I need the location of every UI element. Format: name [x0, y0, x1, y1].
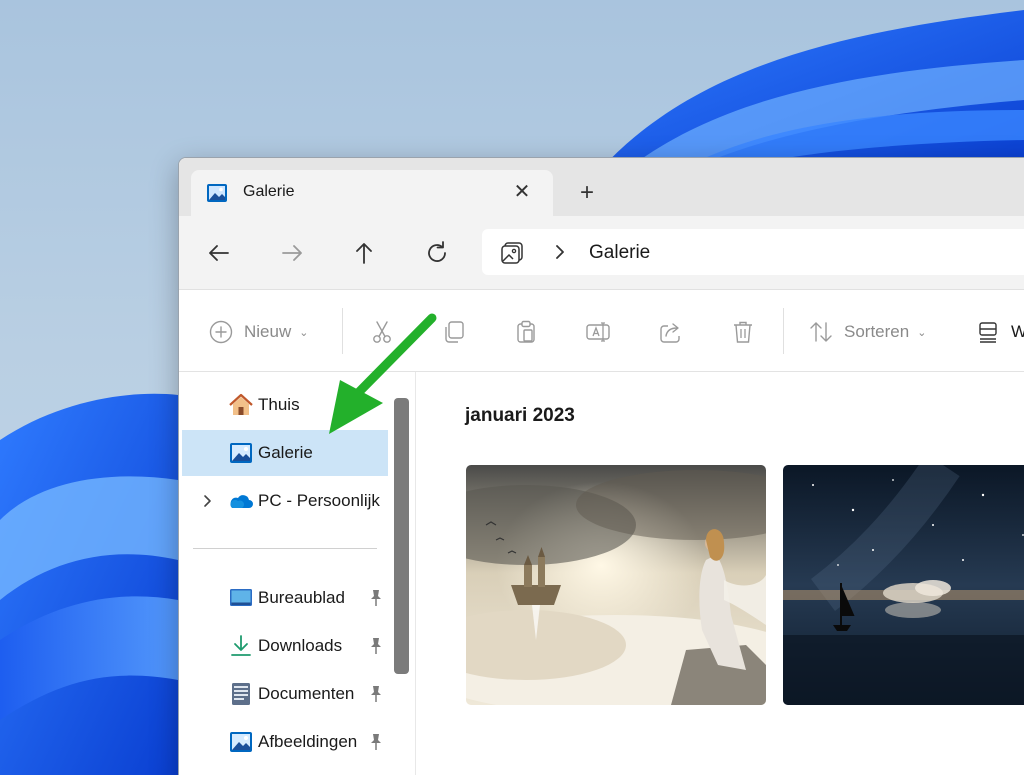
navigation-pane: Thuis Galerie PC - Persoonlijk Bureaubla…: [179, 372, 415, 775]
chevron-down-icon: ⌄: [917, 326, 927, 339]
paste-button[interactable]: [513, 318, 539, 346]
pin-icon[interactable]: [367, 732, 385, 752]
trash-icon: [734, 321, 752, 343]
home-icon: [229, 393, 253, 415]
chevron-right-icon[interactable]: [202, 493, 214, 509]
sort-label: Sorteren: [844, 322, 910, 341]
back-arrow-icon[interactable]: [204, 238, 234, 268]
copy-button[interactable]: [441, 318, 467, 346]
toolbar-divider: [342, 308, 343, 354]
command-bar: Nieuw ⌄ Sorteren ⌄: [179, 290, 1024, 372]
sidebar-item-thuis[interactable]: Thuis: [182, 382, 388, 428]
tab-title: Galerie: [243, 183, 295, 200]
delete-button[interactable]: [730, 318, 756, 346]
plus-circle-icon: [209, 320, 233, 344]
sidebar-scrollbar[interactable]: [394, 398, 409, 674]
new-button[interactable]: Nieuw ⌄: [208, 318, 308, 346]
view-button[interactable]: W: [975, 318, 1024, 346]
desktop-icon: [230, 589, 252, 606]
sidebar-divider: [193, 548, 377, 549]
sidebar-item-label: Documenten: [258, 684, 355, 703]
tab-galerie[interactable]: Galerie ✕: [191, 170, 553, 216]
sidebar-item-label: Galerie: [258, 443, 313, 462]
rename-icon: [586, 322, 610, 342]
navigation-bar: Galerie: [179, 216, 1024, 290]
gallery-icon: [230, 443, 252, 463]
sidebar-item-label: PC - Persoonlijk: [258, 491, 380, 510]
new-label: Nieuw: [244, 322, 292, 341]
pictures-icon: [230, 732, 252, 752]
breadcrumb-chevron-icon[interactable]: [552, 242, 568, 262]
share-button[interactable]: [658, 318, 684, 346]
close-icon[interactable]: ✕: [509, 179, 535, 205]
refresh-icon[interactable]: [422, 238, 452, 268]
sidebar-item-label: Bureaublad: [258, 588, 345, 607]
documents-icon: [232, 683, 250, 705]
scissors-icon: [373, 321, 391, 343]
sort-button[interactable]: Sorteren ⌄: [808, 318, 926, 346]
new-tab-button[interactable]: +: [574, 180, 600, 206]
tab-bar: Galerie ✕ +: [179, 158, 1024, 216]
photo-thumbnail[interactable]: [783, 465, 1024, 705]
rename-button[interactable]: [585, 318, 611, 346]
breadcrumb-galerie[interactable]: Galerie: [589, 242, 650, 264]
gallery-content: januari 2023: [415, 372, 1024, 775]
cut-button[interactable]: [369, 318, 395, 346]
view-label: W: [1011, 322, 1024, 342]
photo-thumbnail[interactable]: [466, 465, 766, 705]
sidebar-item-afbeeldingen[interactable]: Afbeeldingen: [182, 719, 388, 765]
copy-icon: [445, 321, 464, 343]
sidebar-item-label: Thuis: [258, 395, 300, 414]
file-explorer-window: Galerie ✕ + Galerie Nieuw ⌄ Sorteren ⌄ T…: [178, 157, 1024, 775]
download-icon: [231, 635, 251, 656]
onedrive-cloud-icon: [230, 495, 253, 508]
gallery-icon: [207, 184, 227, 202]
pin-icon[interactable]: [367, 684, 385, 704]
sidebar-item-onedrive[interactable]: PC - Persoonlijk: [182, 478, 388, 524]
pin-icon[interactable]: [367, 588, 385, 608]
pin-icon[interactable]: [367, 636, 385, 656]
sort-arrows-icon: [810, 322, 832, 342]
sidebar-item-downloads[interactable]: Downloads: [182, 623, 388, 669]
toolbar-divider: [783, 308, 784, 354]
address-bar[interactable]: Galerie: [482, 229, 1024, 275]
fantasy-castle-image: [466, 465, 766, 705]
paste-icon: [517, 320, 535, 343]
share-icon: [660, 323, 680, 343]
up-arrow-icon[interactable]: [349, 238, 379, 268]
sidebar-item-documenten[interactable]: Documenten: [182, 671, 388, 717]
chevron-down-icon: ⌄: [299, 326, 309, 339]
date-group-heading: januari 2023: [465, 405, 575, 426]
sidebar-item-label: Downloads: [258, 636, 343, 655]
forward-arrow-icon[interactable]: [277, 238, 307, 268]
sidebar-item-galerie[interactable]: Galerie: [182, 430, 388, 476]
view-icon: [979, 322, 997, 343]
sidebar-item-label: Afbeeldingen: [258, 732, 358, 751]
night-sea-image: [783, 465, 1024, 705]
sidebar-item-bureaublad[interactable]: Bureaublad: [182, 575, 388, 621]
gallery-outline-icon: [501, 242, 523, 264]
